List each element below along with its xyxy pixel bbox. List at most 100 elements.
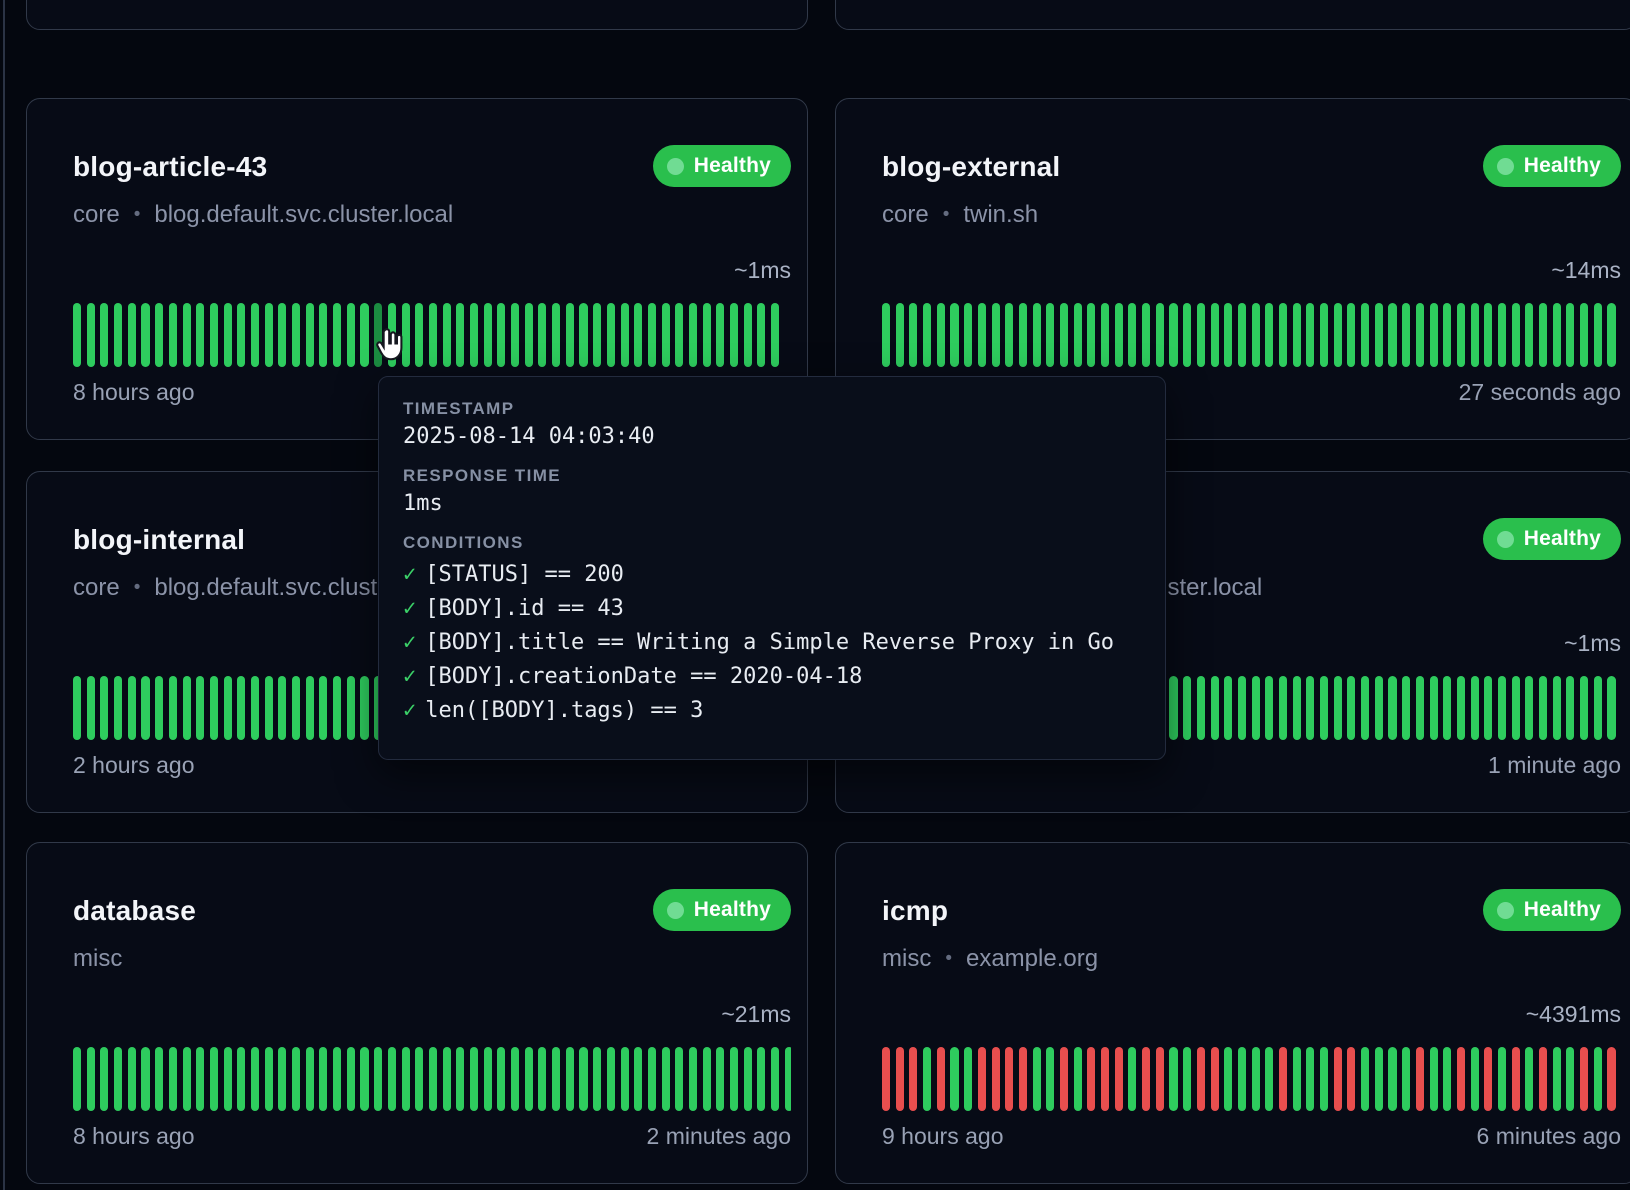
health-bar[interactable] <box>1334 676 1342 740</box>
health-bar[interactable] <box>1553 1047 1561 1111</box>
health-bar[interactable] <box>1416 303 1424 367</box>
health-bar[interactable] <box>497 303 505 367</box>
health-bar[interactable] <box>1471 303 1479 367</box>
health-bar[interactable] <box>579 1047 587 1111</box>
health-bar[interactable] <box>100 1047 108 1111</box>
health-bar[interactable] <box>1375 1047 1383 1111</box>
health-bar[interactable] <box>703 303 711 367</box>
health-bar[interactable] <box>73 676 81 740</box>
health-bar[interactable] <box>689 303 697 367</box>
health-bar[interactable] <box>319 676 327 740</box>
health-bar[interactable] <box>484 303 492 367</box>
health-bar[interactable] <box>360 303 368 367</box>
health-bar[interactable] <box>1484 1047 1492 1111</box>
health-bar[interactable] <box>1416 1047 1424 1111</box>
health-bar[interactable] <box>443 303 451 367</box>
health-bar[interactable] <box>1388 1047 1396 1111</box>
health-bar[interactable] <box>333 676 341 740</box>
health-bar[interactable] <box>1156 303 1164 367</box>
health-bar[interactable] <box>675 1047 683 1111</box>
health-bar[interactable] <box>1553 303 1561 367</box>
health-bar[interactable] <box>1539 1047 1547 1111</box>
health-bar[interactable] <box>992 1047 1000 1111</box>
health-bar[interactable] <box>1238 1047 1246 1111</box>
health-bar[interactable] <box>648 303 656 367</box>
health-bar[interactable] <box>1539 303 1547 367</box>
health-bar[interactable] <box>566 1047 574 1111</box>
health-bar[interactable] <box>224 676 232 740</box>
health-bar[interactable] <box>1197 1047 1205 1111</box>
health-bar[interactable] <box>579 303 587 367</box>
health-bar[interactable] <box>141 1047 149 1111</box>
health-bar[interactable] <box>593 1047 601 1111</box>
health-bar[interactable] <box>210 1047 218 1111</box>
health-bar[interactable] <box>128 676 136 740</box>
health-bar[interactable] <box>347 676 355 740</box>
health-bar[interactable] <box>128 1047 136 1111</box>
health-bar[interactable] <box>648 1047 656 1111</box>
health-bar[interactable] <box>992 303 1000 367</box>
health-bar[interactable] <box>964 1047 972 1111</box>
health-bar[interactable] <box>950 303 958 367</box>
health-bar[interactable] <box>716 303 724 367</box>
health-bar[interactable] <box>210 676 218 740</box>
health-bar[interactable] <box>730 1047 738 1111</box>
health-bar[interactable] <box>114 303 122 367</box>
health-bar[interactable] <box>1566 1047 1574 1111</box>
health-bar[interactable] <box>1566 676 1574 740</box>
health-bar[interactable] <box>1512 303 1520 367</box>
health-bar[interactable] <box>1293 303 1301 367</box>
health-bar[interactable] <box>210 303 218 367</box>
health-bar[interactable] <box>771 1047 779 1111</box>
health-bar[interactable] <box>1087 1047 1095 1111</box>
health-bar[interactable] <box>621 1047 629 1111</box>
health-bar[interactable] <box>360 1047 368 1111</box>
health-bar[interactable] <box>1375 303 1383 367</box>
health-bar[interactable] <box>896 1047 904 1111</box>
health-bar[interactable] <box>319 303 327 367</box>
health-bar[interactable] <box>1211 303 1219 367</box>
health-bar[interactable] <box>73 303 81 367</box>
health-bar[interactable] <box>196 1047 204 1111</box>
health-bar[interactable] <box>744 303 752 367</box>
health-bar[interactable] <box>1211 676 1219 740</box>
health-bar[interactable] <box>333 303 341 367</box>
health-bar[interactable] <box>292 303 300 367</box>
health-bar[interactable] <box>1347 303 1355 367</box>
health-bar[interactable] <box>1197 303 1205 367</box>
health-bar[interactable] <box>978 303 986 367</box>
health-bar[interactable] <box>141 303 149 367</box>
health-bar[interactable] <box>1388 303 1396 367</box>
health-bar[interactable] <box>552 1047 560 1111</box>
health-bar[interactable] <box>785 1047 791 1111</box>
partial-card-top-right[interactable] <box>835 0 1630 30</box>
health-bar[interactable] <box>1005 1047 1013 1111</box>
health-bar[interactable] <box>1430 303 1438 367</box>
health-bar[interactable] <box>1211 1047 1219 1111</box>
health-bar[interactable] <box>128 303 136 367</box>
health-bar[interactable] <box>1183 1047 1191 1111</box>
health-bar[interactable] <box>1484 303 1492 367</box>
health-bar[interactable] <box>1197 676 1205 740</box>
health-bar[interactable] <box>1594 1047 1602 1111</box>
health-bar[interactable] <box>1402 303 1410 367</box>
health-bar[interactable] <box>1115 303 1123 367</box>
health-bar[interactable] <box>1375 676 1383 740</box>
health-bar[interactable] <box>224 303 232 367</box>
health-bar[interactable] <box>1019 303 1027 367</box>
health-bar[interactable] <box>1525 676 1533 740</box>
health-bar[interactable] <box>114 676 122 740</box>
health-bar[interactable] <box>1443 303 1451 367</box>
health-bar[interactable] <box>1279 676 1287 740</box>
health-bar[interactable] <box>923 1047 931 1111</box>
health-bar[interactable] <box>1142 303 1150 367</box>
health-bar[interactable] <box>1252 303 1260 367</box>
health-bar[interactable] <box>278 676 286 740</box>
health-bar[interactable] <box>251 303 259 367</box>
health-bar[interactable] <box>882 1047 890 1111</box>
health-bar[interactable] <box>703 1047 711 1111</box>
health-bar[interactable] <box>169 1047 177 1111</box>
health-bar[interactable] <box>292 1047 300 1111</box>
health-bar[interactable] <box>1525 1047 1533 1111</box>
health-bar[interactable] <box>1046 1047 1054 1111</box>
